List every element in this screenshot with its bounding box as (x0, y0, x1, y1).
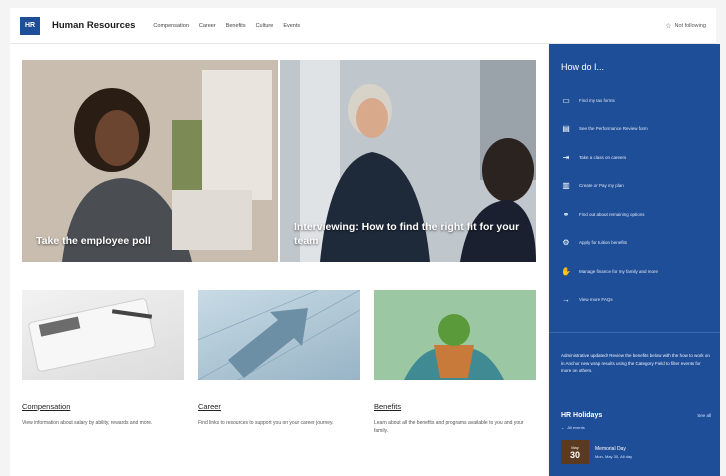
panel-note: Administrative updated! Review the benef… (561, 353, 710, 373)
quick-link-label: See the Performance Review form (579, 126, 648, 132)
calculator-image (22, 290, 184, 380)
quick-link-label: Apply for tuition benefits (579, 240, 628, 246)
hero-image-woman (22, 60, 278, 262)
card-benefits[interactable]: Benefits Learn about all the benefits an… (374, 290, 536, 435)
main-content: Take the employee poll Interviewing: How… (10, 44, 548, 476)
gear-icon: ⚙ (562, 238, 570, 248)
site-logo[interactable]: HR (20, 16, 40, 35)
hand-money-icon: ✋ (561, 266, 571, 276)
card-desc-benefits: Learn about all the benefits and program… (374, 420, 524, 434)
top-bar: HR Human Resources Compensation Career B… (10, 8, 716, 44)
nav-item-events[interactable]: Events (283, 23, 300, 29)
holidays-filter[interactable]: ⌄ All events (561, 425, 711, 430)
holidays-header: HR Holidays See all (561, 412, 711, 419)
quick-link-label: Create or Pay my plan (579, 183, 624, 189)
nav-item-compensation[interactable]: Compensation (153, 23, 188, 29)
quick-link-finance[interactable]: ✋ Manage finance for my family and more (561, 257, 711, 286)
holidays-section: HR Holidays See all ⌄ All events May 30 … (561, 412, 711, 464)
star-icon: ☆ (665, 22, 672, 30)
quick-link-label: Take a class on careers (579, 154, 627, 160)
card-desc-career: Find links to resources to support you o… (198, 420, 334, 426)
quick-link-remaining-options[interactable]: ⚭ Find out about remaining options (561, 200, 711, 229)
quick-link-label: Find out about remaining options (579, 211, 645, 217)
quick-link-tax-forms[interactable]: ▭ Find my tax forms (561, 86, 711, 115)
card-row: Compensation View information about sala… (22, 290, 536, 435)
quick-link-pay-plan[interactable]: ▥ Create or Pay my plan (561, 172, 711, 201)
hero-caption-poll: Take the employee poll (36, 235, 151, 247)
follow-button[interactable]: ☆ Not following (665, 22, 706, 30)
card-career[interactable]: Career Find links to resources to suppor… (198, 290, 360, 435)
quick-links-list: ▭ Find my tax forms ▤ See the Performanc… (561, 86, 711, 314)
arrow-icon: → (562, 295, 570, 305)
card-desc-compensation: View information about salary by ability… (22, 420, 153, 426)
hero-section: Take the employee poll Interviewing: How… (22, 60, 536, 262)
top-nav: Compensation Career Benefits Culture Eve… (153, 23, 300, 29)
see-all-link[interactable]: See all (697, 413, 711, 418)
nav-item-culture[interactable]: Culture (256, 23, 274, 29)
event-info: Memorial Day Mon, May 30, All day (595, 446, 632, 459)
event-date: Mon, May 30, All day (595, 453, 633, 459)
sign-in-icon: ⇥ (562, 152, 570, 162)
quick-link-performance-review[interactable]: ▤ See the Performance Review form (561, 115, 711, 144)
panel-divider (549, 332, 720, 333)
quick-link-label: Find my tax forms (579, 97, 615, 103)
event-date-tile: May 30 (561, 440, 589, 464)
arrow-image (198, 290, 360, 380)
quick-link-label: View more FAQs (579, 297, 613, 303)
calculator-graphic (28, 298, 156, 372)
nav-item-benefits[interactable]: Benefits (226, 23, 246, 29)
link-icon: ⚭ (562, 209, 570, 219)
arrow-graphic (198, 290, 360, 380)
card-title-career[interactable]: Career (198, 402, 360, 411)
event-name: Memorial Day (595, 445, 626, 452)
card-title-benefits[interactable]: Benefits (374, 402, 536, 411)
how-do-i-panel: How do I... ▭ Find my tax forms ▤ See th… (549, 44, 720, 476)
plant-graphic (374, 290, 536, 380)
clipboard-icon: ▤ (562, 124, 570, 134)
event-item[interactable]: May 30 Memorial Day Mon, May 30, All day (561, 440, 711, 464)
site-title[interactable]: Human Resources (52, 20, 135, 31)
quick-link-view-faqs[interactable]: → View more FAQs (561, 286, 711, 315)
chart-icon: ▥ (562, 181, 570, 191)
chevron-down-icon: ⌄ (561, 425, 565, 430)
holidays-filter-label: All events (567, 425, 585, 430)
holidays-title: HR Holidays (561, 412, 603, 419)
hero-tile-interviewing[interactable]: Interviewing: How to find the right fit … (280, 60, 536, 262)
quick-link-label: Manage finance for my family and more (579, 268, 659, 274)
plant-image (374, 290, 536, 380)
follow-label: Not following (674, 22, 707, 29)
hero-tile-poll[interactable]: Take the employee poll (22, 60, 278, 262)
hero-caption-interviewing: Interviewing: How to find the right fit … (294, 221, 520, 247)
document-icon: ▭ (562, 95, 570, 105)
quick-link-tuition[interactable]: ⚙ Apply for tuition benefits (561, 229, 711, 258)
card-title-compensation[interactable]: Compensation (22, 402, 184, 411)
nav-item-career[interactable]: Career (199, 23, 216, 29)
card-compensation[interactable]: Compensation View information about sala… (22, 290, 184, 435)
quick-link-class-careers[interactable]: ⇥ Take a class on careers (561, 143, 711, 172)
panel-heading: How do I... (561, 62, 605, 72)
event-day: 30 (569, 449, 580, 460)
